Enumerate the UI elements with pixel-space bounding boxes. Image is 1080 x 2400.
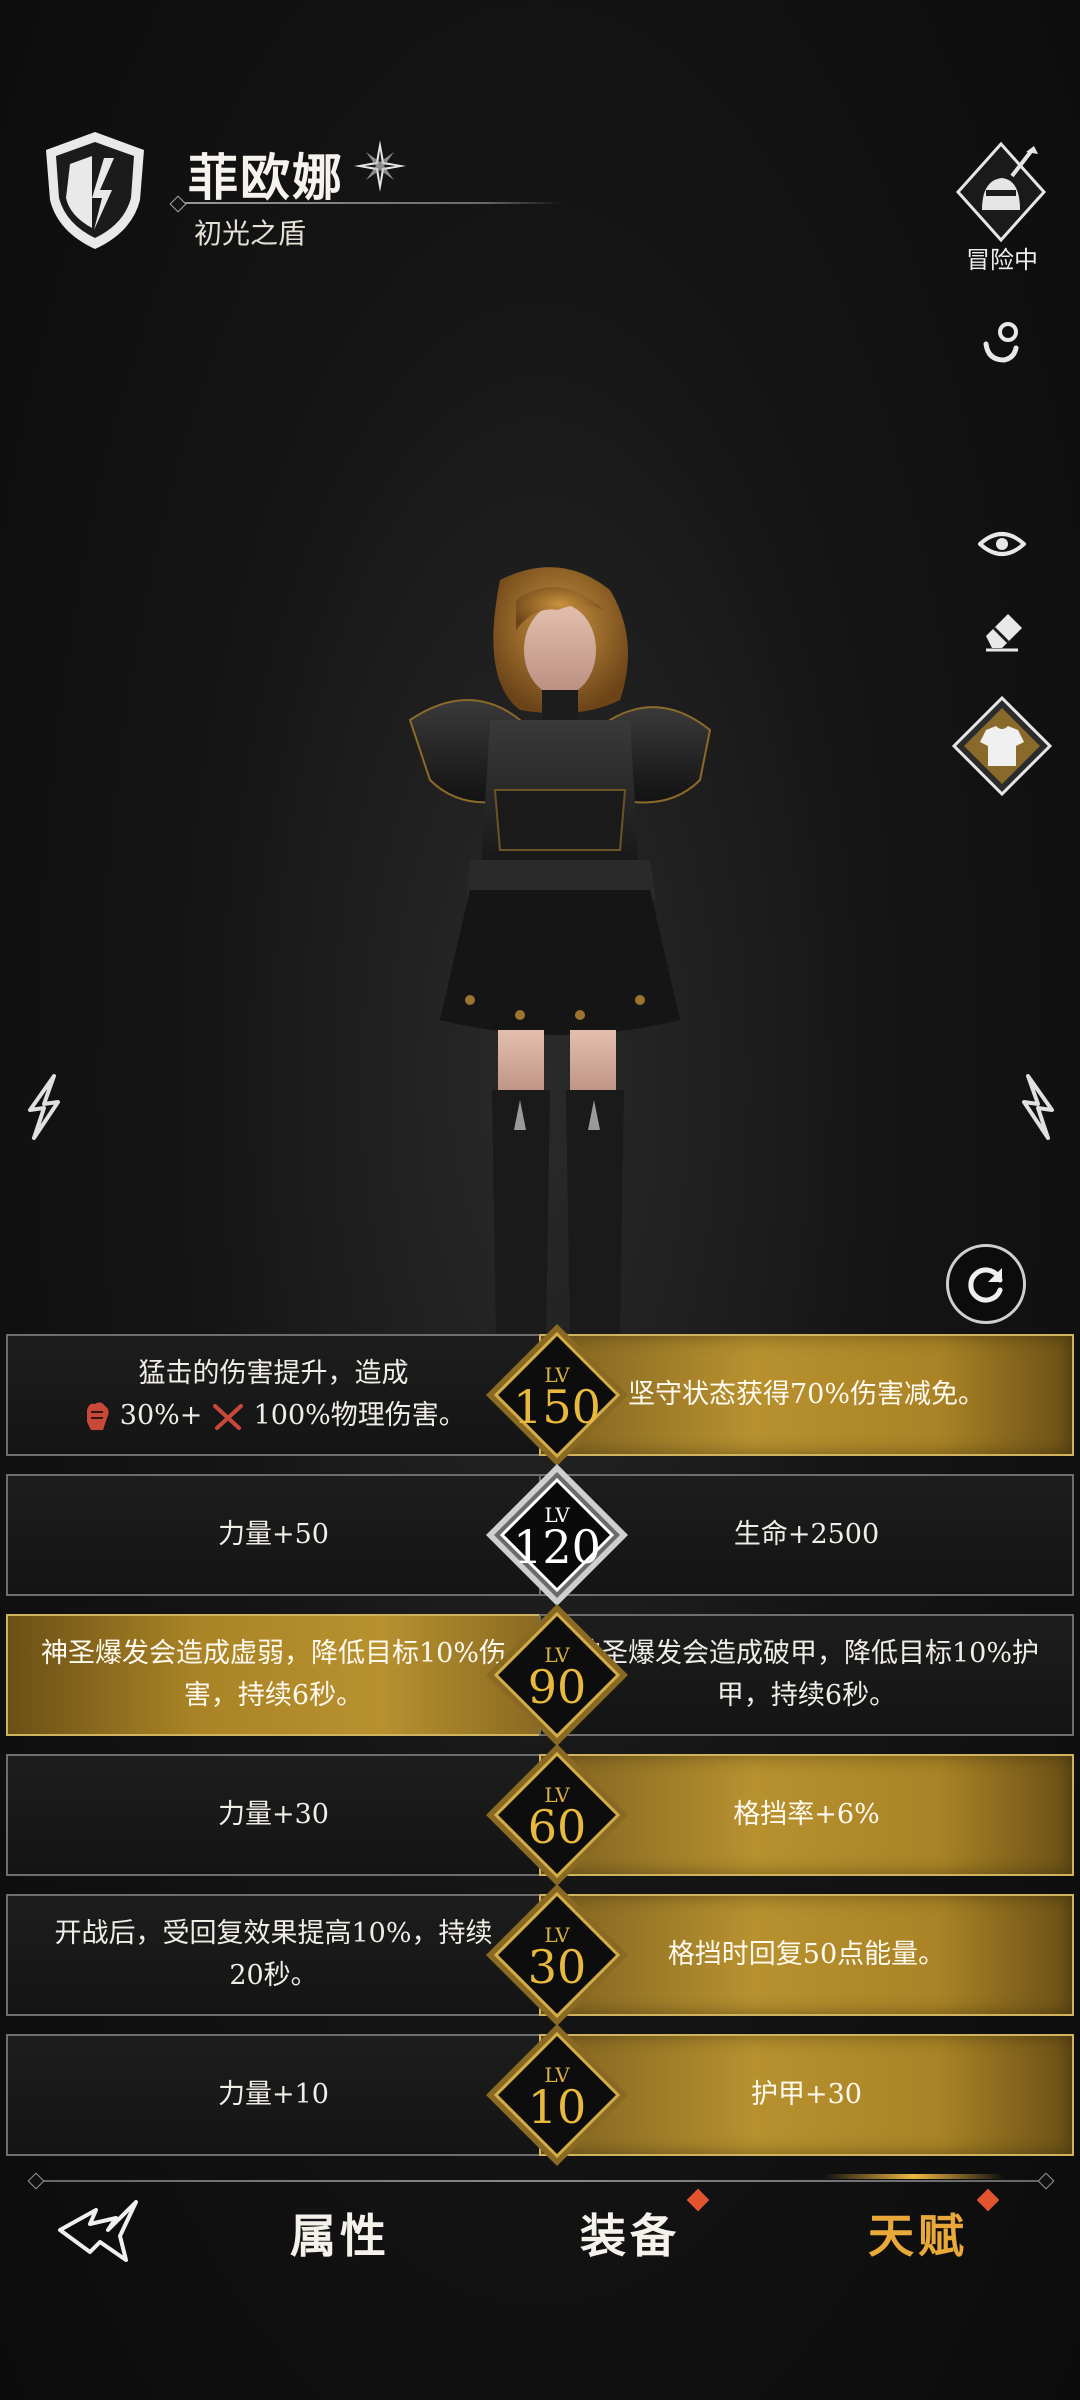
talent-text: 开战后，受回复效果提高10%，持续20秒。 bbox=[54, 1918, 493, 1991]
level-badge: LV 90 bbox=[484, 1602, 630, 1748]
reset-talents-button[interactable] bbox=[946, 1244, 1026, 1324]
talent-alert-dot bbox=[976, 2188, 1000, 2212]
level-number: 120 bbox=[513, 1520, 601, 1574]
gesture-hand-icon[interactable] bbox=[972, 312, 1032, 372]
level-number: 150 bbox=[513, 1380, 601, 1434]
adventure-status-label: 冒险中 bbox=[966, 246, 1038, 274]
talent-option-left[interactable]: 力量+30 bbox=[6, 1754, 541, 1876]
level-number: 90 bbox=[527, 1660, 587, 1714]
talent-option-left[interactable]: 力量+10 bbox=[6, 2034, 541, 2156]
talent-text: 力量+50 bbox=[218, 1519, 329, 1550]
next-character-icon[interactable] bbox=[1016, 1072, 1060, 1142]
crossed-swords-icon bbox=[213, 1403, 244, 1430]
level-badge: LV 30 bbox=[484, 1882, 630, 2028]
character-portrait bbox=[408, 567, 712, 1340]
talent-text: 神圣爆发会造成破甲，降低目标10%护甲，持续6秒。 bbox=[573, 1638, 1039, 1711]
talent-text: 护甲+30 bbox=[751, 2079, 862, 2110]
talent-row-lv90: 神圣爆发会造成虚弱，降低目标10%伤害，持续6秒。 神圣爆发会造成破甲，降低目标… bbox=[6, 1604, 1074, 1746]
level-badge: LV 60 bbox=[484, 1742, 630, 1888]
talent-option-left[interactable]: 神圣爆发会造成虚弱，降低目标10%伤害，持续6秒。 bbox=[6, 1614, 541, 1736]
fist-icon bbox=[87, 1401, 109, 1430]
talent-option-left[interactable]: 力量+50 bbox=[6, 1474, 541, 1596]
talent-text-percent-b: 100%物理伤害。 bbox=[253, 1400, 466, 1431]
talent-text: 力量+10 bbox=[218, 2079, 329, 2110]
character-title: 初光之盾 bbox=[194, 217, 307, 250]
talent-option-left[interactable]: 猛击的伤害提升，造成 30%+ 100%物理伤害。 bbox=[6, 1334, 541, 1456]
talent-row-lv30: 开战后，受回复效果提高10%，持续20秒。 格挡时回复50点能量。 LV 30 bbox=[6, 1884, 1074, 2026]
talent-text: 神圣爆发会造成虚弱，降低目标10%伤害，持续6秒。 bbox=[40, 1638, 506, 1711]
talent-row-lv150: 猛击的伤害提升，造成 30%+ 100%物理伤害。 坚守状态获得70%伤害减免。… bbox=[6, 1324, 1074, 1466]
previous-character-icon[interactable] bbox=[22, 1072, 66, 1142]
talent-text: 坚守状态获得70%伤害减免。 bbox=[627, 1379, 985, 1410]
level-number: 30 bbox=[527, 1940, 587, 1994]
tab-divider bbox=[30, 2180, 1050, 2182]
tab-talent[interactable]: 天赋 bbox=[868, 2200, 968, 2266]
talent-text-percent-a: 30%+ bbox=[119, 1400, 203, 1431]
level-badge: LV 10 bbox=[484, 2022, 630, 2168]
eraser-icon[interactable] bbox=[972, 600, 1032, 660]
outfit-button[interactable] bbox=[950, 694, 1054, 798]
talent-option-left[interactable]: 开战后，受回复效果提高10%，持续20秒。 bbox=[6, 1894, 541, 2016]
adventure-status-button[interactable] bbox=[952, 140, 1050, 248]
talent-text-line1: 猛击的伤害提升，造成 bbox=[138, 1358, 409, 1389]
tab-equipment[interactable]: 装备 bbox=[580, 2200, 680, 2266]
compass-star-icon bbox=[354, 140, 406, 192]
eye-icon[interactable] bbox=[972, 514, 1032, 574]
talent-text: 生命+2500 bbox=[733, 1519, 880, 1550]
level-badge: LV 120 bbox=[484, 1462, 630, 1608]
talent-text: 力量+30 bbox=[218, 1799, 329, 1830]
divider-ornament bbox=[169, 195, 187, 213]
refresh-icon bbox=[968, 1267, 1003, 1303]
character-name: 菲欧娜 bbox=[188, 148, 344, 207]
back-icon[interactable] bbox=[56, 2196, 146, 2266]
talent-text: 格挡率+6% bbox=[733, 1799, 880, 1830]
level-badge: LV 150 bbox=[484, 1322, 630, 1468]
divider-ornament bbox=[27, 2172, 45, 2190]
shield-lightning-icon bbox=[46, 132, 144, 249]
level-number: 10 bbox=[527, 2080, 587, 2134]
name-divider bbox=[172, 202, 562, 204]
talent-row-lv60: 力量+30 格挡率+6% LV 60 bbox=[6, 1744, 1074, 1886]
level-number: 60 bbox=[527, 1800, 587, 1854]
active-tab-indicator bbox=[824, 2174, 1004, 2179]
divider-ornament bbox=[1037, 2172, 1055, 2190]
talent-text: 格挡时回复50点能量。 bbox=[667, 1939, 946, 1970]
talent-row-lv10: 力量+10 护甲+30 LV 10 bbox=[6, 2024, 1074, 2166]
tab-attributes[interactable]: 属性 bbox=[290, 2200, 390, 2266]
equipment-alert-dot bbox=[686, 2188, 710, 2212]
talent-row-lv120: 力量+50 生命+2500 LV 120 bbox=[6, 1464, 1074, 1606]
